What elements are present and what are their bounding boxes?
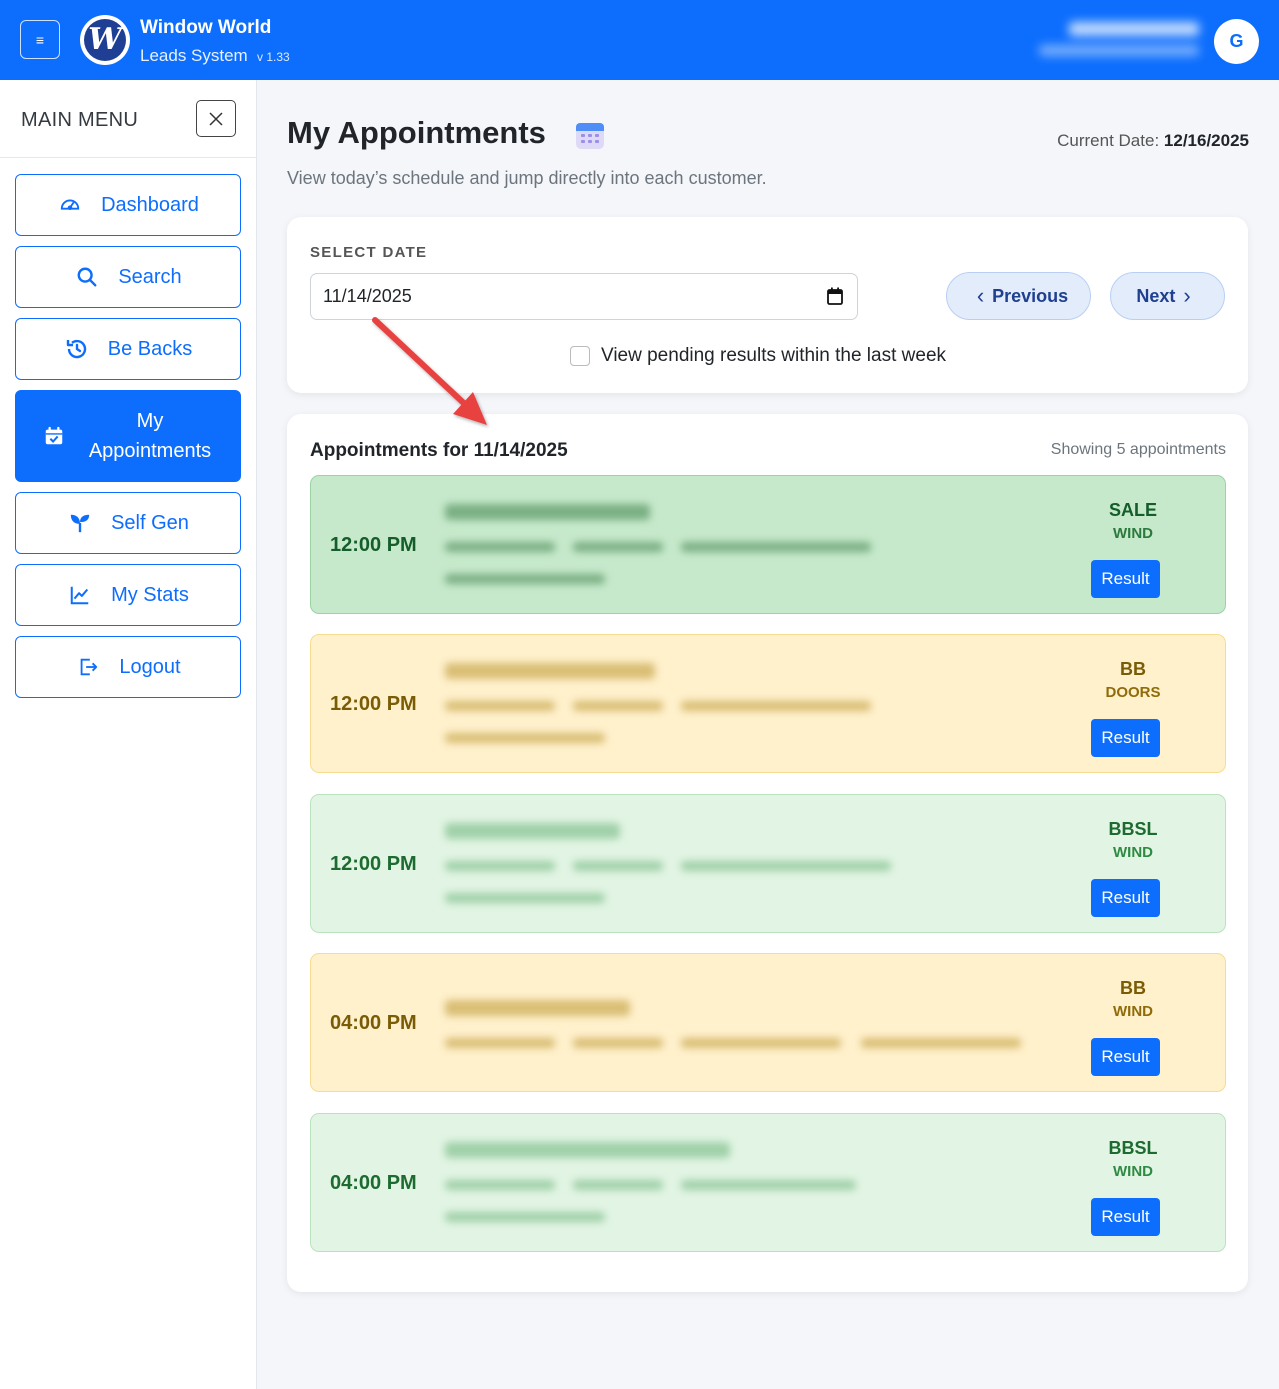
sidebar-item-self-gen[interactable]: Self Gen [15, 492, 241, 554]
brand-logo[interactable]: W [80, 15, 130, 65]
appointment-status: BB [1120, 978, 1146, 998]
appointment-card[interactable]: 04:00 PM BB WIND Result [310, 953, 1226, 1092]
sprout-icon [67, 510, 93, 536]
hamburger-menu-button[interactable]: ≡ [20, 20, 60, 59]
result-button[interactable]: Result [1091, 1038, 1160, 1076]
calendar-check-icon [41, 423, 67, 449]
result-button[interactable]: Result [1091, 1198, 1160, 1236]
select-date-label: SELECT DATE [310, 244, 428, 261]
user-avatar[interactable]: G [1214, 19, 1259, 64]
redacted-customer-details [421, 1114, 1076, 1253]
appointment-card[interactable]: 12:00 PM BBSL WIND Result [310, 794, 1226, 933]
appointment-time: 12:00 PM [330, 853, 417, 875]
sidebar-item-label: Logout [119, 655, 181, 678]
sidebar: MAIN MENU Dashboard Search Be Backs My A… [0, 80, 257, 1389]
sidebar-item-logout[interactable]: Logout [15, 636, 241, 698]
sidebar-close-button[interactable] [196, 100, 236, 137]
appointments-heading: Appointments for 11/14/2025 [310, 440, 568, 461]
appointment-product: DOORS [1105, 684, 1161, 701]
app-version: v 1.33 [257, 50, 290, 64]
appointment-status: BBSL [1108, 1138, 1158, 1158]
sidebar-nav: Dashboard Search Be Backs My Appointment… [15, 174, 241, 708]
appointment-status: BBSL [1108, 819, 1158, 839]
gauge-icon [57, 192, 83, 218]
appointments-card: Appointments for 11/14/2025 Showing 5 ap… [287, 414, 1248, 1292]
appointment-status: BB [1120, 659, 1146, 679]
current-date: Current Date: 12/16/2025 [1057, 131, 1249, 151]
redacted-customer-details [421, 635, 1076, 774]
redacted-customer-details [421, 954, 1076, 1093]
previous-button[interactable]: ‹ Previous [946, 272, 1091, 320]
sidebar-item-be-backs[interactable]: Be Backs [15, 318, 241, 380]
appointment-time: 12:00 PM [330, 534, 417, 556]
sidebar-item-label: My Appointments [88, 410, 212, 462]
appointment-card[interactable]: 04:00 PM BBSL WIND Result [310, 1113, 1226, 1252]
top-navbar: ≡ W Window World Leads System v 1.33 G [0, 0, 1279, 80]
logo-letter: W [84, 19, 126, 61]
history-icon [64, 336, 90, 362]
date-input[interactable]: 11/14/2025 [310, 273, 858, 320]
sidebar-header: MAIN MENU [0, 80, 256, 158]
appointment-product: WIND [1113, 844, 1153, 861]
calendar-icon [576, 123, 604, 149]
sidebar-item-label: Search [118, 265, 182, 288]
calendar-picker-icon[interactable] [827, 287, 843, 305]
appointment-time: 04:00 PM [330, 1172, 417, 1194]
current-date-value: 12/16/2025 [1163, 131, 1249, 150]
sidebar-item-my-appointments[interactable]: My Appointments [15, 390, 241, 482]
sidebar-item-search[interactable]: Search [15, 246, 241, 308]
redacted-user-info [1029, 18, 1199, 64]
sidebar-item-label: Be Backs [107, 337, 193, 360]
chart-line-icon [67, 582, 93, 608]
search-icon [74, 264, 100, 290]
next-label: Next [1136, 285, 1176, 306]
appointment-card[interactable]: 12:00 PM SALE WIND Result [310, 475, 1226, 614]
result-button[interactable]: Result [1091, 719, 1160, 757]
appointment-time: 12:00 PM [330, 693, 417, 715]
sidebar-item-my-stats[interactable]: My Stats [15, 564, 241, 626]
sidebar-item-label: My Stats [111, 583, 189, 606]
sidebar-item-label: Dashboard [101, 193, 199, 216]
appointment-product: WIND [1113, 1003, 1153, 1020]
page-subtitle: View today’s schedule and jump directly … [287, 168, 767, 188]
previous-label: Previous [992, 285, 1069, 306]
redacted-customer-details [421, 795, 1076, 934]
appointment-product: WIND [1113, 1163, 1153, 1180]
hamburger-icon: ≡ [35, 31, 45, 48]
redacted-customer-details [421, 476, 1076, 615]
appointment-card[interactable]: 12:00 PM BB DOORS Result [310, 634, 1226, 773]
close-icon [209, 111, 223, 126]
appointment-time: 04:00 PM [330, 1012, 417, 1034]
pending-results-toggle[interactable]: View pending results within the last wee… [570, 345, 946, 367]
logout-icon [75, 654, 101, 680]
appointment-status: SALE [1108, 500, 1157, 520]
date-input-value: 11/14/2025 [323, 286, 412, 306]
app-title: Window World [140, 17, 272, 38]
app-subtitle: Leads System [140, 46, 248, 65]
result-button[interactable]: Result [1091, 560, 1160, 598]
sidebar-title: MAIN MENU [21, 109, 139, 131]
sidebar-item-dashboard[interactable]: Dashboard [15, 174, 241, 236]
appointment-product: WIND [1113, 525, 1153, 542]
appointments-count: Showing 5 appointments [1050, 441, 1226, 458]
chevron-left-icon: ‹ [976, 283, 985, 308]
sidebar-item-label: Self Gen [111, 511, 189, 534]
pending-results-checkbox[interactable] [570, 346, 590, 366]
pending-results-label: View pending results within the last wee… [601, 345, 947, 366]
current-date-label: Current Date: [1057, 131, 1160, 150]
result-button[interactable]: Result [1091, 879, 1160, 917]
page-title: My Appointments [287, 115, 546, 150]
next-button[interactable]: Next › [1110, 272, 1225, 320]
chevron-right-icon: › [1183, 283, 1191, 308]
date-select-card: SELECT DATE 11/14/2025 ‹ Previous Next ›… [287, 217, 1248, 393]
